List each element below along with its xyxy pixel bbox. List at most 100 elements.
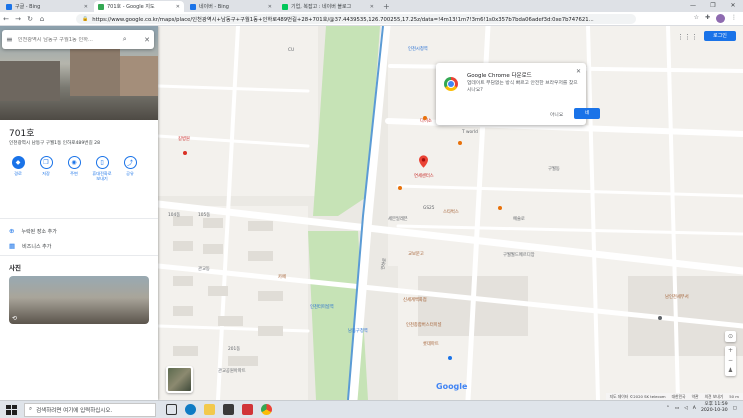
map-label[interactable]: 세븐일레븐 — [388, 216, 408, 222]
nearby-button[interactable]: ◉ 주변 — [62, 156, 86, 181]
map-label[interactable]: CU — [288, 48, 294, 53]
map-label[interactable]: 스타벅스 — [443, 209, 459, 215]
search-box[interactable]: ≡ ⌕ ✕ — [2, 30, 154, 49]
new-tab-button[interactable]: + — [383, 1, 390, 12]
home-button[interactable]: ⌂ — [36, 15, 48, 23]
poi-marker[interactable] — [448, 356, 452, 360]
map-label[interactable]: 201동 — [228, 346, 240, 352]
minimize-button[interactable]: — — [683, 0, 703, 12]
login-button[interactable]: 로그인 — [704, 31, 736, 41]
close-icon[interactable]: ✕ — [176, 4, 180, 10]
map-label[interactable]: 길병원 — [178, 136, 190, 142]
menu-icon[interactable]: ⋮ — [731, 14, 737, 23]
hamburger-menu-icon[interactable]: ≡ — [6, 35, 13, 44]
volume-icon[interactable]: ◁ — [684, 406, 688, 411]
chrome-download-dialog: Google Chrome 다운로드 ✕ 업데이트 부담없는 방식 빠르고 안전… — [436, 63, 600, 125]
poi-marker[interactable] — [183, 151, 187, 155]
poi-marker[interactable] — [458, 141, 462, 145]
apps-icon[interactable]: ⋮⋮⋮ — [677, 33, 698, 41]
close-icon[interactable]: ✕ — [370, 4, 374, 10]
store-icon[interactable] — [223, 404, 234, 415]
app-icon[interactable] — [242, 404, 253, 415]
map-label[interactable]: 교보문고 — [408, 251, 424, 257]
poi-marker[interactable] — [423, 116, 427, 120]
map-label[interactable]: 구월동 — [548, 166, 560, 172]
place-actions: ◆ 경로 ❐ 저장 ◉ 주변 ▯ 휴대전화로 보내기 ⤴ 공유 — [6, 156, 142, 181]
close-icon[interactable]: ✕ — [268, 4, 272, 10]
map-label[interactable]: T world — [462, 130, 478, 135]
map-label[interactable]: 인천터미널역 — [310, 304, 334, 310]
location-pin-icon[interactable] — [419, 155, 428, 168]
map-label[interactable]: 남인천세무서 — [665, 294, 689, 300]
add-missing-place-link[interactable]: ⊕ 누락된 장소 추가 — [9, 227, 57, 235]
avatar[interactable] — [716, 14, 725, 23]
send-to-phone-button[interactable]: ▯ 휴대전화로 보내기 — [90, 156, 114, 181]
tab-google-maps[interactable]: 701호 - Google 지도 ✕ — [94, 1, 184, 12]
back-button[interactable]: ← — [0, 15, 12, 23]
clock[interactable]: 오후 11:59 2020-10-30 — [701, 402, 728, 414]
map-label[interactable]: 관교동 — [198, 266, 210, 272]
pegman-icon[interactable]: ♟ — [725, 366, 736, 376]
zoom-in-button[interactable]: + — [725, 346, 736, 356]
no-button[interactable]: 아니요 — [550, 111, 563, 118]
map-label[interactable]: 관교공원아파트 — [218, 368, 246, 374]
map-label[interactable]: 구월월드메르디앙 — [503, 252, 535, 258]
close-icon[interactable]: ✕ — [144, 36, 150, 44]
zoom-out-button[interactable]: − — [725, 356, 736, 366]
extension-icon[interactable]: ✚ — [705, 14, 710, 23]
dialog-body: 업데이트 부담없는 방식 빠르고 안전한 브라우저를 찾으시나요? — [467, 81, 578, 93]
maps-icon — [98, 3, 104, 10]
share-button[interactable]: ⤴ 공유 — [118, 156, 142, 181]
file-explorer-icon[interactable] — [204, 404, 215, 415]
network-icon[interactable]: ▭ — [675, 406, 679, 411]
map-label[interactable]: GS25 — [423, 206, 435, 211]
close-icon[interactable]: ✕ — [84, 4, 88, 10]
maximize-button[interactable]: ❐ — [703, 0, 723, 12]
add-business-link[interactable]: ▦ 비즈니스 추가 — [9, 242, 51, 250]
map-label[interactable]: 남동구청역 — [348, 328, 368, 334]
reload-button[interactable]: ↻ — [24, 15, 36, 23]
satellite-layer-toggle[interactable] — [166, 366, 193, 393]
input-language[interactable]: A — [693, 406, 696, 411]
map-label[interactable]: 104동 — [168, 212, 180, 218]
tab-bing-naver[interactable]: 네이버 - Bing ✕ — [186, 1, 276, 12]
feedback-link[interactable]: 의견 보내기 — [705, 394, 724, 400]
map-label[interactable]: 카페 — [278, 274, 286, 280]
poi-marker[interactable] — [658, 316, 662, 320]
directions-button[interactable]: ◆ 경로 — [6, 156, 30, 181]
tab-bing-google[interactable]: 구글 - Bing ✕ — [2, 1, 92, 12]
save-button[interactable]: ❐ 저장 — [34, 156, 58, 181]
map-label[interactable]: 롯데마트 — [423, 341, 439, 347]
edge-icon[interactable] — [185, 404, 196, 415]
photo-thumbnail[interactable]: ⟲ — [9, 276, 149, 324]
system-tray: ⌃ ▭ ◁ A 오후 11:59 2020-10-30 ▢ — [666, 402, 737, 414]
yes-button[interactable]: 네 — [574, 108, 600, 119]
search-input[interactable] — [17, 36, 118, 43]
terms-link[interactable]: 약관 — [692, 394, 699, 400]
poi-marker[interactable] — [398, 186, 402, 190]
map-label[interactable]: 인천종합버스터미널 — [406, 322, 442, 328]
search-icon[interactable]: ⌕ — [123, 35, 127, 44]
task-view-icon[interactable] — [166, 404, 177, 415]
map-label[interactable]: 연세센터스 — [414, 173, 434, 179]
chrome-icon[interactable] — [261, 404, 272, 415]
map-label[interactable]: 신세계백화점 — [403, 297, 427, 303]
poi-marker[interactable] — [498, 206, 502, 210]
map-label[interactable]: 예술로 — [513, 216, 525, 222]
forward-button[interactable]: → — [12, 15, 24, 23]
place-title: 701호 — [9, 129, 35, 139]
browser-toolbar: ← → ↻ ⌂ 🔒 https://www.google.co.kr/maps/… — [0, 12, 743, 26]
windows-start-button[interactable] — [4, 403, 18, 417]
chevron-up-icon[interactable]: ⌃ — [666, 406, 670, 411]
taskbar-search[interactable]: ⌕ 검색하려면 여기에 입력하십시오. — [24, 402, 156, 417]
close-icon[interactable]: ✕ — [576, 68, 581, 75]
close-window-button[interactable]: ✕ — [723, 0, 743, 12]
my-location-button[interactable]: ⊙ — [725, 331, 736, 342]
notification-icon[interactable]: ▢ — [733, 406, 737, 411]
address-bar[interactable]: 🔒 https://www.google.co.kr/maps/place/인천… — [76, 14, 636, 24]
star-icon[interactable]: ☆ — [694, 14, 699, 23]
directions-icon: ◆ — [11, 156, 25, 169]
map-label[interactable]: 인천시청역 — [408, 46, 428, 52]
tab-naver-blog[interactable]: 기업, 복잡고 : 네이버 블로그 ✕ — [278, 1, 378, 12]
map-label[interactable]: 105동 — [198, 212, 210, 218]
